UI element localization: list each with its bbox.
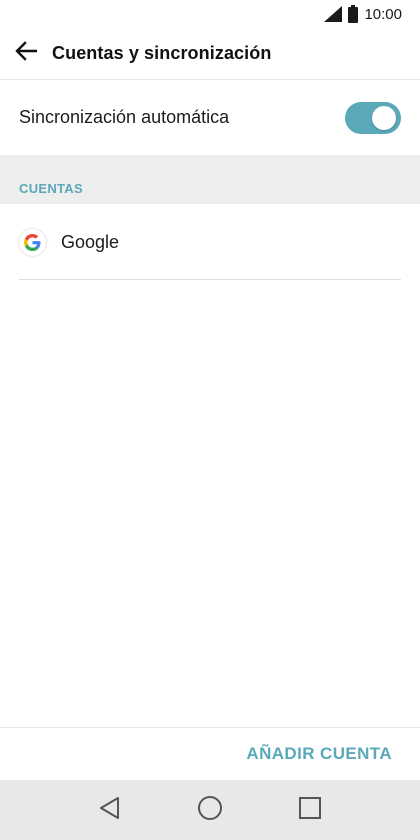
auto-sync-row[interactable]: Sincronización automática <box>0 80 420 155</box>
account-name: Google <box>61 231 120 252</box>
nav-home-button[interactable] <box>180 780 240 840</box>
nav-recents-button[interactable] <box>280 780 340 840</box>
system-nav-bar <box>0 780 420 840</box>
signal-icon <box>324 6 343 22</box>
accounts-section-title: CUENTAS <box>19 181 83 196</box>
back-triangle-icon <box>99 796 121 825</box>
back-button[interactable] <box>0 28 52 80</box>
add-account-button[interactable]: AÑADIR CUENTA <box>246 744 392 764</box>
divider <box>19 279 401 280</box>
page-title: Cuentas y sincronización <box>52 43 272 63</box>
toggle-knob <box>372 105 396 130</box>
nav-back-button[interactable] <box>80 780 140 840</box>
auto-sync-label: Sincronización automática <box>19 107 230 127</box>
app-bar: Cuentas y sincronización <box>0 28 420 80</box>
recents-square-icon <box>298 796 322 825</box>
google-icon <box>19 228 46 256</box>
bottom-action-bar: AÑADIR CUENTA <box>0 727 420 780</box>
auto-sync-toggle[interactable] <box>345 101 401 134</box>
battery-icon <box>348 5 359 23</box>
arrow-back-icon <box>15 40 38 67</box>
status-bar: 10:00 <box>0 0 420 28</box>
accounts-section-header: CUENTAS <box>0 155 420 204</box>
status-time: 10:00 <box>364 5 402 23</box>
account-row-google[interactable]: Google <box>0 204 420 280</box>
home-circle-icon <box>197 795 223 826</box>
